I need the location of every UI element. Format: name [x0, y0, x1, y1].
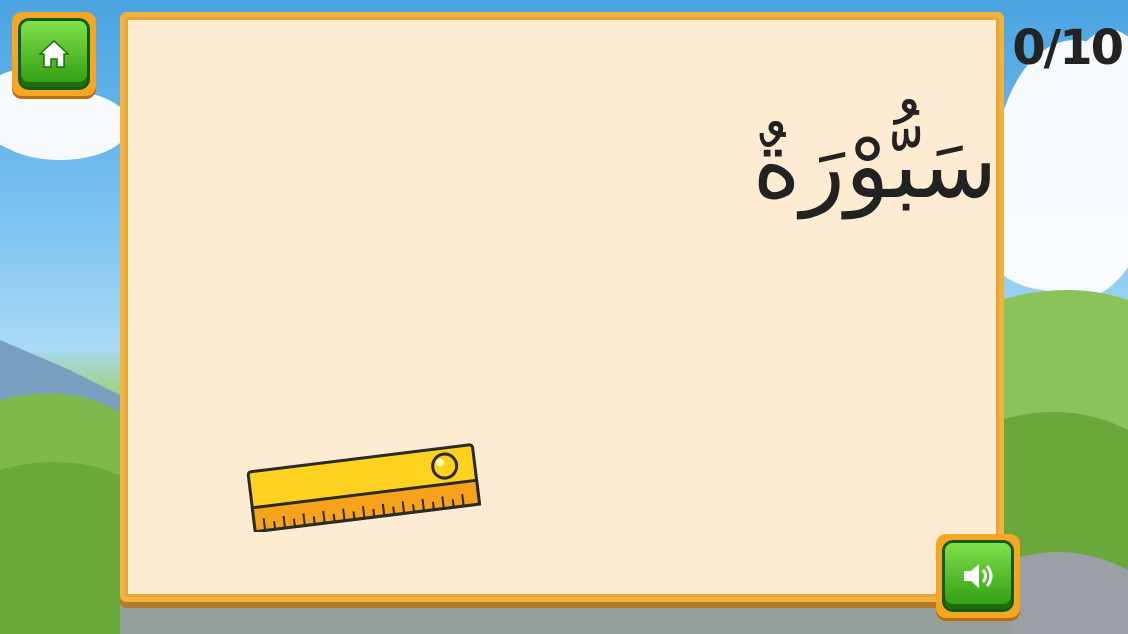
- arabic-word: سَبُّوْرَةٌ: [752, 112, 998, 219]
- ruler-image: [246, 443, 482, 532]
- speaker-icon: [964, 564, 993, 588]
- home-button[interactable]: [12, 12, 96, 96]
- home-icon: [38, 39, 70, 68]
- score-counter: 0/10: [1012, 20, 1124, 76]
- sound-button[interactable]: [936, 534, 1020, 618]
